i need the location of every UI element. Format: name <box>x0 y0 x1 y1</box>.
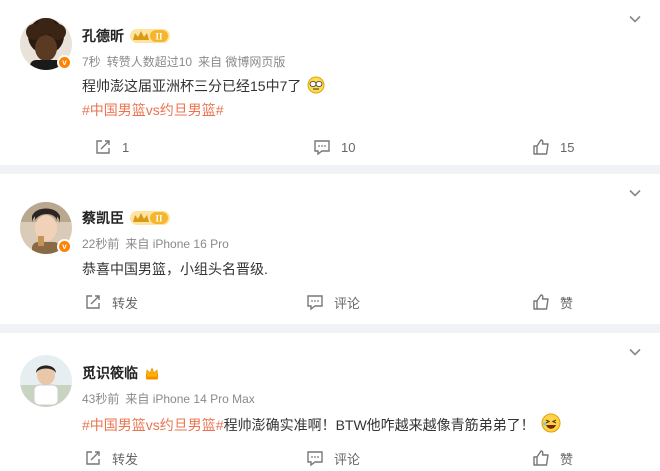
repost-icon <box>86 295 100 309</box>
comment-label: 评论 <box>334 295 361 311</box>
post-time[interactable]: 7秒 <box>82 55 101 69</box>
post-body: 恭喜中国男篮，小组头名晋级. <box>82 261 268 277</box>
like-label: 赞 <box>560 295 574 311</box>
like-button[interactable]: 15 <box>532 137 574 157</box>
awkward-face-emoji-icon <box>307 76 325 94</box>
verified-badge-icon: v <box>57 239 72 254</box>
post-time[interactable]: 22秒前 <box>82 237 119 251</box>
feed-card: v 蔡凯臣 II 22秒前 来自 iPhone 16 Pro 恭喜中国男篮，小组头… <box>0 174 660 324</box>
post-text: #中国男篮vs约旦男篮#程帅澎确实准啊！BTW他咋越来越像青筋弟弟了！ <box>82 413 561 435</box>
post-body: 程帅澎确实准啊！BTW他咋越来越像青筋弟弟了！ <box>223 417 535 433</box>
chevron-down-icon[interactable] <box>628 186 642 200</box>
comment-count: 10 <box>341 139 356 155</box>
crown-badge-icon <box>144 365 160 381</box>
comment-label: 评论 <box>334 451 361 467</box>
post-body: 程帅澎这届亚洲杯三分已经15中7了 <box>82 78 302 94</box>
post-source: 来自 iPhone 16 Pro <box>125 237 229 251</box>
repost-button[interactable]: 转发 <box>84 448 138 468</box>
repost-button[interactable]: 1 <box>94 137 129 157</box>
post-time[interactable]: 43秒前 <box>82 392 119 406</box>
repost-icon <box>96 140 110 154</box>
like-icon <box>533 294 549 310</box>
comment-feed: v 孔德昕 II 7秒 转赞人数超过10 来自 微博网页版 程帅澎这届亚洲杯三分已经… <box>0 0 660 471</box>
repost-info: 转赞人数超过10 <box>106 55 193 69</box>
repost-button[interactable]: 转发 <box>84 292 138 312</box>
chevron-down-icon[interactable] <box>628 345 642 359</box>
level-badge-icon: II <box>130 210 170 226</box>
repost-icon <box>86 451 100 465</box>
user-name[interactable]: 觅识筱临 <box>82 363 138 383</box>
like-label: 赞 <box>560 451 574 467</box>
comment-button[interactable]: 评论 <box>306 292 360 312</box>
post-source: 来自 微博网页版 <box>198 55 286 69</box>
svg-text:II: II <box>155 32 163 42</box>
chevron-down-icon[interactable] <box>628 12 642 26</box>
comment-icon <box>314 140 330 156</box>
comment-icon <box>307 451 323 467</box>
like-count: 15 <box>560 139 575 155</box>
user-name[interactable]: 蔡凯臣 <box>82 208 124 228</box>
topic-link[interactable]: #中国男篮vs约旦男篮# <box>82 100 224 120</box>
like-button[interactable]: 赞 <box>532 448 573 468</box>
comment-button[interactable]: 10 <box>313 137 355 157</box>
repost-label: 转发 <box>112 295 139 311</box>
feed-card: 觅识筱临 43秒前 来自 iPhone 14 Pro Max #中国男篮vs约旦男… <box>0 333 660 471</box>
like-button[interactable]: 赞 <box>532 292 573 312</box>
post-text: 程帅澎这届亚洲杯三分已经15中7了 <box>82 76 325 96</box>
action-bar: 转发 评论 赞 <box>0 292 660 312</box>
like-icon <box>533 139 549 155</box>
like-icon <box>533 450 549 466</box>
repost-count: 1 <box>122 139 130 155</box>
topic-link[interactable]: #中国男篮vs约旦男篮# <box>82 417 224 433</box>
verified-badge-icon: v <box>57 55 72 70</box>
action-bar: 转发 评论 赞 <box>0 448 660 468</box>
user-name[interactable]: 孔德昕 <box>82 26 124 46</box>
comment-icon <box>307 295 323 311</box>
svg-text:II: II <box>155 214 163 224</box>
laughing-face-emoji-icon <box>541 413 561 433</box>
action-bar: 1 10 15 <box>0 137 660 157</box>
comment-button[interactable]: 评论 <box>306 448 360 468</box>
avatar[interactable] <box>20 355 72 407</box>
level-badge-icon: II <box>130 28 170 44</box>
feed-card: v 孔德昕 II 7秒 转赞人数超过10 来自 微博网页版 程帅澎这届亚洲杯三分已经… <box>0 0 660 165</box>
post-source: 来自 iPhone 14 Pro Max <box>125 392 255 406</box>
repost-label: 转发 <box>112 451 139 467</box>
